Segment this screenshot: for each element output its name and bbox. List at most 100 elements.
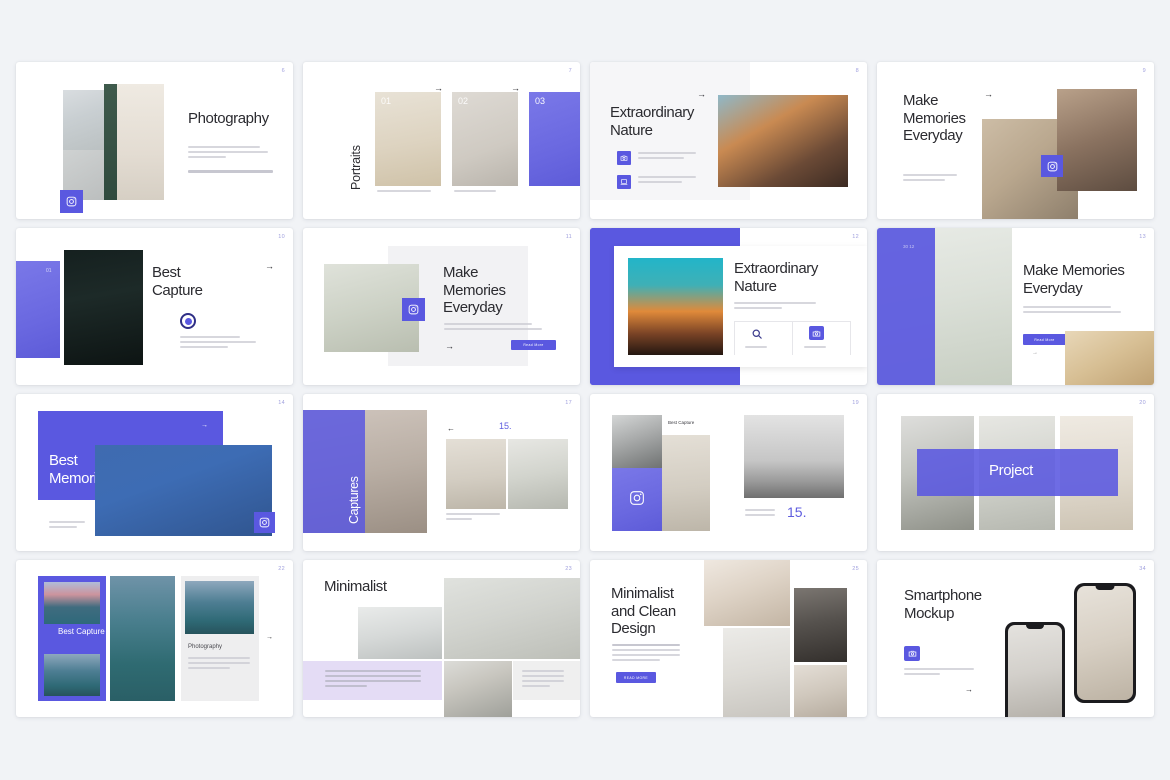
card-title: Photography [188, 644, 222, 650]
phone-frame [1074, 583, 1136, 703]
card-caption [377, 190, 431, 195]
slide-image [358, 607, 442, 659]
slide-title: Photography [188, 110, 288, 128]
arrow-icon: → [265, 262, 274, 271]
slide-title: Minimalist [324, 578, 387, 596]
accent-overlay [877, 228, 935, 385]
slide-title: Make Memories Everyday [443, 264, 538, 317]
slide-number: 14 [278, 400, 285, 406]
slide-thumbnail-minimalist-clean-design[interactable]: 25 Minimalist and Clean Design READ MORE [590, 560, 867, 717]
slide-image [723, 628, 790, 717]
slide-thumbnail-best-capture-nature[interactable]: 22 Best Capture Photography → [16, 560, 293, 717]
read-more-button[interactable]: Read More [511, 340, 556, 350]
slide-thumbnail-extraordinary-nature-2[interactable]: 12 Extraordinary Nature [590, 228, 867, 385]
instagram-icon [254, 512, 275, 533]
slide-number: 34 [1139, 566, 1146, 572]
slide-image [529, 92, 580, 186]
slide-body [734, 302, 816, 312]
slide-thumbnail-best-memories[interactable]: 14 Best Memories → [16, 394, 293, 551]
slide-title: Smartphone Mockup [904, 587, 1014, 622]
slide-number: 20 [1139, 400, 1146, 406]
feature-text [638, 152, 696, 162]
slide-thumbnail-captures[interactable]: 17 Captures ← 15. [303, 394, 580, 551]
slide-title: Make Memories Everyday [1023, 262, 1148, 297]
slide-title: Portraits [349, 145, 364, 190]
slide-thumbnail-make-memories-everyday-3[interactable]: 13 30 12 Make Memories Everyday Read Mor… [877, 228, 1154, 385]
slide-thumbnail-best-capture[interactable]: 10 01 Best Capture → [16, 228, 293, 385]
slide-title: Extraordinary Nature [610, 104, 730, 139]
badge-label: 30 12 [903, 244, 914, 251]
instagram-icon [1041, 155, 1063, 177]
slide-thumbnail-portraits[interactable]: 7 Portraits → → 01 02 03 [303, 62, 580, 219]
slide-body [1023, 306, 1121, 316]
slide-image [64, 250, 143, 365]
slide-number: 17 [565, 400, 572, 406]
slide-thumbnail-minimalist[interactable]: 23 Minimalist [303, 560, 580, 717]
slide-body [325, 670, 421, 690]
slide-number: 25 [852, 566, 859, 572]
slide-image [744, 415, 844, 498]
number-label: 15. [787, 504, 806, 520]
arrow-icon: → [266, 634, 273, 641]
slide-image [375, 92, 441, 186]
arrow-icon: → [965, 686, 973, 694]
slide-image [16, 261, 60, 358]
card-label: 01 [381, 96, 391, 106]
slide-body [188, 146, 270, 161]
slide-caption [446, 513, 500, 523]
slide-image [508, 439, 568, 509]
slide-image [44, 654, 100, 696]
slide-image [718, 95, 848, 187]
camera-icon [617, 151, 631, 165]
slide-image [628, 258, 723, 355]
laptop-icon [617, 175, 631, 189]
instagram-icon [60, 190, 83, 213]
slide-body [49, 521, 85, 531]
slide-number: 13 [1139, 234, 1146, 240]
slide-thumbnail-make-memories-everyday-2[interactable]: 11 Make Memories Everyday → Read More [303, 228, 580, 385]
instagram-icon [626, 487, 648, 509]
slide-thumbnail-photography[interactable]: 6 Photography [16, 62, 293, 219]
slide-image [444, 578, 580, 659]
card-caption [454, 190, 496, 195]
slide-body [444, 323, 542, 333]
slide-image [794, 588, 847, 662]
slide-image [444, 661, 512, 717]
slide-number: 6 [282, 68, 285, 74]
camera-icon[interactable] [809, 326, 824, 340]
read-more-button[interactable]: READ MORE [616, 672, 656, 683]
slide-number: 22 [278, 566, 285, 572]
accent-bar-top [590, 228, 740, 246]
slide-title: Minimalist and Clean Design [611, 585, 701, 638]
phone-frame [1005, 622, 1065, 717]
slide-image [452, 92, 518, 186]
slide-thumbnail-extraordinary-nature[interactable]: 8 → Extraordinary Nature [590, 62, 867, 219]
slide-caption [745, 509, 775, 519]
slide-thumbnail-best-capture-gallery[interactable]: 19 Best Capture 15. [590, 394, 867, 551]
slide-number: 9 [1143, 68, 1146, 74]
slide-image [662, 435, 710, 531]
slide-body [903, 174, 957, 184]
arrow-icon: → [201, 422, 208, 429]
slide-subtitle [188, 170, 278, 176]
slide-image-accent [104, 84, 117, 200]
slide-side-body [522, 670, 564, 690]
slide-thumbnail-project[interactable]: 20 Project [877, 394, 1154, 551]
divider [792, 321, 793, 355]
badge-icon [180, 313, 196, 329]
slide-image [185, 581, 254, 634]
slide-number: 11 [566, 234, 572, 240]
slide-title: Project [989, 462, 1033, 480]
slide-thumbnail-make-memories-everyday[interactable]: 9 → Make Memories Everyday [877, 62, 1154, 219]
slide-image [1065, 331, 1154, 385]
search-icon[interactable] [750, 327, 764, 341]
slide-number: 12 [852, 234, 859, 240]
slide-image [44, 582, 100, 624]
slide-title: Best Capture [152, 264, 232, 299]
read-more-button[interactable]: Read More [1023, 334, 1066, 345]
instagram-icon [402, 298, 425, 321]
number-label: 15. [499, 421, 512, 431]
slide-number: 10 [278, 234, 285, 240]
slide-thumbnail-smartphone-mockup[interactable]: 34 Smartphone Mockup → [877, 560, 1154, 717]
arrow-icon: → [697, 90, 706, 99]
